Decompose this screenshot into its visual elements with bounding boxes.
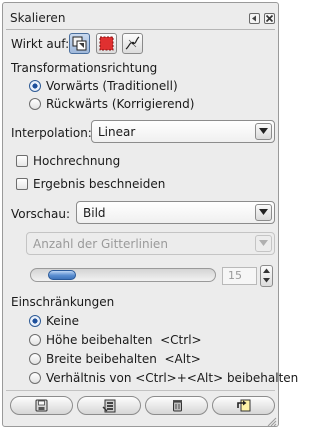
spin-arrows-icon [263, 268, 270, 283]
tool-options-dialog: Skalieren Wirkt auf: Transformationsrich… [2, 2, 298, 427]
constraint-ratio-radio[interactable] [29, 372, 41, 384]
preview-value: Bild [83, 206, 106, 220]
preview-dropdown-button[interactable] [255, 204, 272, 221]
footer-separator [6, 390, 275, 391]
tab-menu-button[interactable] [249, 13, 260, 24]
resize-grip-icon[interactable] [267, 417, 277, 427]
selection-target-icon [99, 36, 114, 51]
interpolation-label: Interpolation: [11, 126, 92, 140]
constraint-width-radio[interactable] [29, 353, 41, 365]
save-options-icon [35, 399, 48, 412]
delete-options-button[interactable] [145, 396, 208, 415]
restore-options-icon [102, 399, 116, 413]
clip-result-checkbox[interactable] [16, 178, 28, 190]
delete-options-icon [173, 400, 182, 412]
chevron-down-icon [259, 209, 268, 215]
layer-target-icon [72, 36, 87, 51]
constraint-none-radio[interactable] [29, 315, 41, 327]
reset-options-icon [237, 399, 251, 412]
close-button[interactable] [264, 13, 275, 24]
constraints-heading: Einschränkungen [11, 295, 115, 309]
grid-mode-value: Anzahl der Gitterlinien [33, 237, 168, 251]
supersample-checkbox[interactable] [16, 155, 28, 167]
preview-select[interactable]: Bild [76, 201, 275, 224]
grid-lines-spin-button[interactable] [260, 265, 273, 287]
supersample-label[interactable]: Hochrechnung [33, 154, 120, 168]
interpolation-value: Linear [98, 125, 136, 139]
tab-menu-icon [252, 15, 256, 22]
constraint-ratio-label[interactable]: Verhältnis von <Ctrl>+<Alt> beibehalten [46, 371, 298, 385]
constraint-height-radio[interactable] [29, 334, 41, 346]
direction-forward-radio[interactable] [29, 80, 41, 92]
direction-forward-label[interactable]: Vorwärts (Traditionell) [46, 79, 178, 93]
affects-layer-button[interactable] [69, 33, 90, 54]
clip-result-label[interactable]: Ergebnis beschneiden [33, 177, 165, 191]
grid-lines-input[interactable]: 15 [222, 267, 257, 285]
title-separator [6, 29, 275, 30]
grid-mode-dropdown-button[interactable] [255, 235, 272, 252]
grid-lines-slider[interactable] [30, 268, 216, 282]
direction-backward-radio[interactable] [29, 98, 41, 110]
grid-mode-select[interactable]: Anzahl der Gitterlinien [26, 232, 275, 255]
affects-selection-button[interactable] [96, 33, 117, 54]
dialog-title: Skalieren [10, 11, 66, 25]
chevron-down-icon [259, 128, 268, 134]
chevron-down-icon [259, 240, 268, 246]
interpolation-dropdown-button[interactable] [255, 123, 272, 140]
close-icon [265, 14, 274, 23]
affects-label: Wirkt auf: [11, 37, 70, 51]
affects-path-button[interactable] [122, 33, 143, 54]
direction-heading: Transformationsrichtung [11, 61, 158, 75]
interpolation-select[interactable]: Linear [91, 120, 275, 143]
constraint-none-label[interactable]: Keine [46, 314, 79, 328]
reset-options-button[interactable] [212, 396, 275, 415]
constraint-height-label[interactable]: Höhe beibehalten <Ctrl> [46, 333, 202, 347]
grid-lines-slider-handle[interactable] [48, 270, 76, 280]
save-options-button[interactable] [10, 396, 73, 415]
direction-backward-label[interactable]: Rückwärts (Korrigierend) [46, 97, 194, 111]
restore-options-button[interactable] [77, 396, 141, 415]
constraint-width-label[interactable]: Breite beibehalten <Alt> [46, 352, 201, 366]
path-target-icon [125, 36, 140, 50]
preview-label: Vorschau: [11, 207, 71, 221]
